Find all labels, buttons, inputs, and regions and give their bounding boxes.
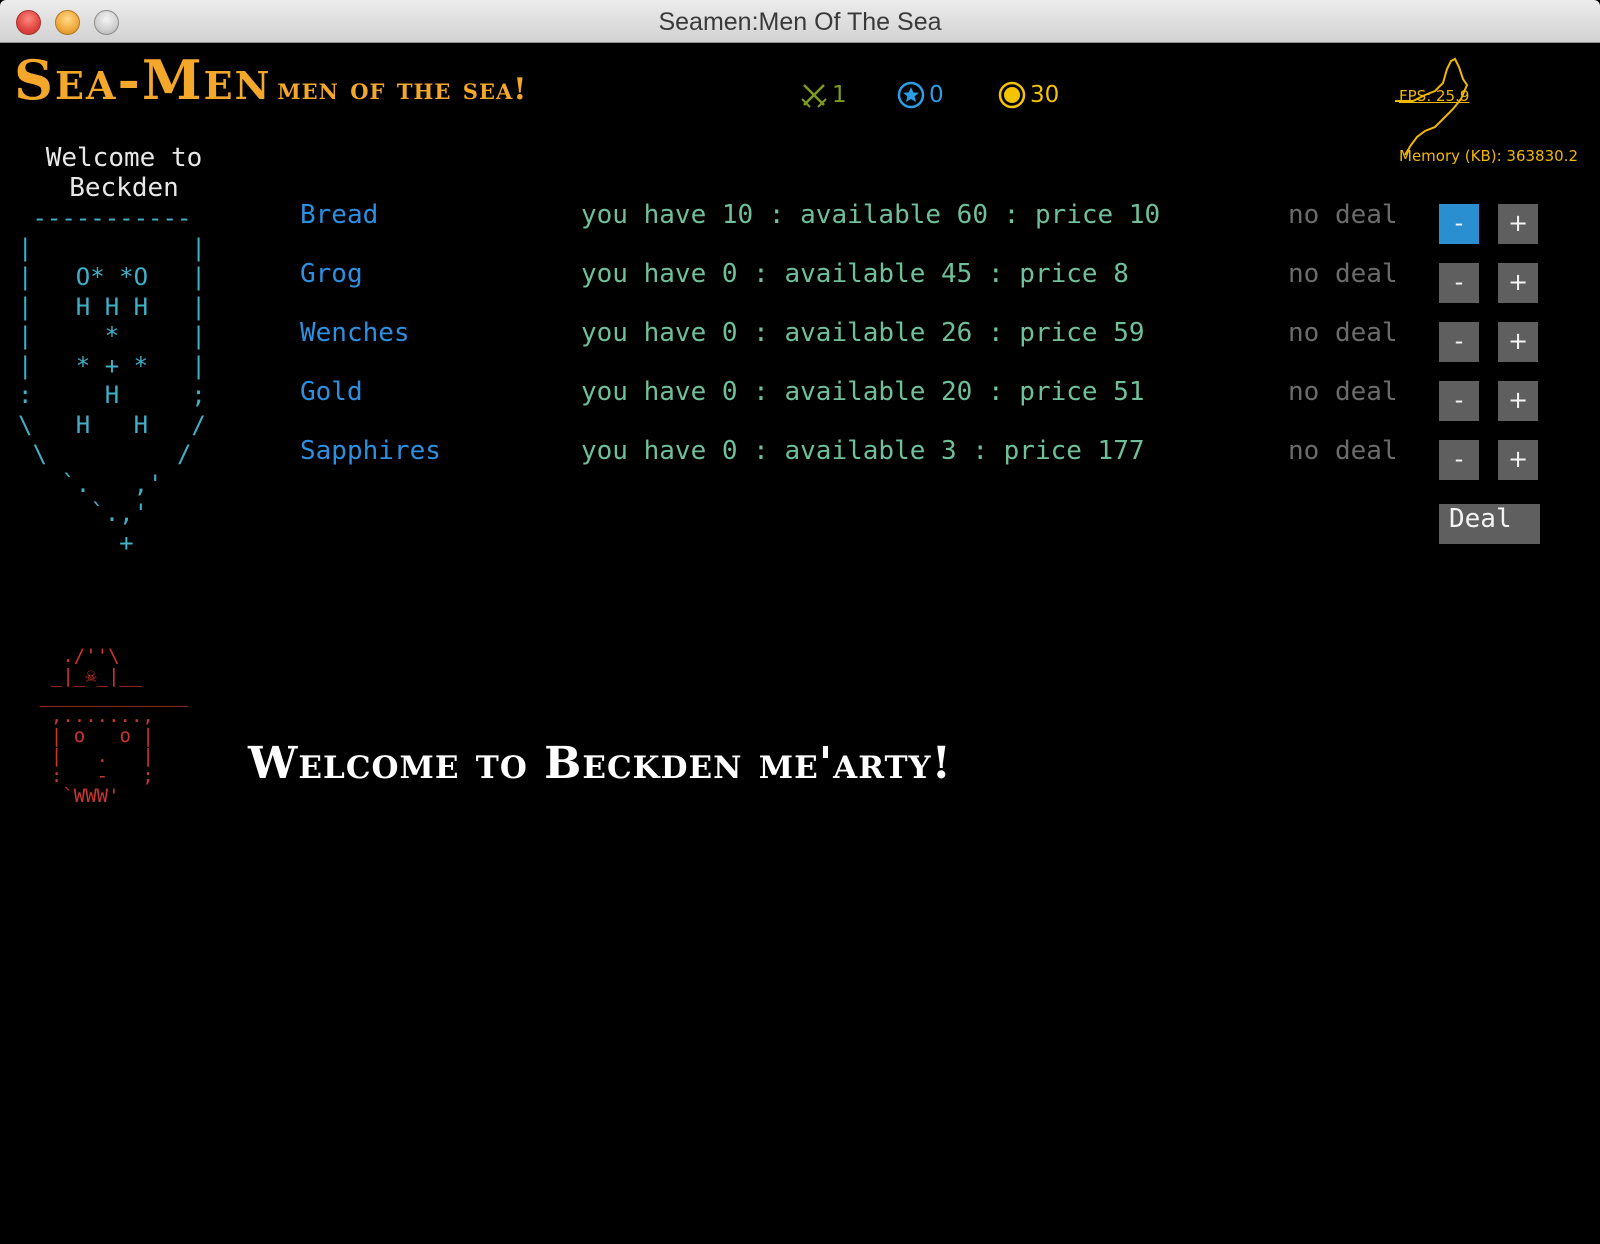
deal-status: no deal: [1288, 436, 1398, 466]
deal-status: no deal: [1288, 259, 1398, 289]
gold-count: 30: [1030, 82, 1060, 108]
memory-readout: Memory (KB): 363830.2: [1399, 147, 1578, 165]
port-welcome-line1: Welcome to: [45, 143, 203, 173]
game-logo: Sea-Men men of the sea!: [14, 48, 527, 112]
welcome-message: Welcome to Beckden me'arty!: [248, 738, 952, 789]
star-circle-icon: [897, 81, 925, 109]
logo-subtitle: men of the sea!: [277, 72, 528, 107]
decrease-grog-button[interactable]: -: [1439, 263, 1479, 303]
port-welcome-sign: Welcome to Beckden: [20, 143, 228, 203]
crew-count: 1: [832, 82, 847, 108]
crossed-swords-icon: [801, 84, 827, 108]
trade-row-sapphires: Sapphires you have 0 : available 3 : pri…: [300, 436, 1540, 480]
deal-status: no deal: [1288, 200, 1398, 230]
gold-coin-icon: [998, 81, 1026, 109]
good-info: you have 0 : available 20 : price 51: [581, 377, 1145, 407]
trade-row-gold: Gold you have 0 : available 20 : price 5…: [300, 377, 1540, 421]
good-name: Bread: [300, 200, 379, 230]
good-info: you have 0 : available 26 : price 59: [581, 318, 1145, 348]
trade-row-bread: Bread you have 10 : available 60 : price…: [300, 200, 1540, 244]
decrease-bread-button[interactable]: -: [1439, 204, 1479, 244]
window-title: Seamen:Men Of The Sea: [658, 8, 942, 36]
increase-gold-button[interactable]: +: [1498, 381, 1538, 421]
increase-sapphires-button[interactable]: +: [1498, 440, 1538, 480]
deal-status: no deal: [1288, 377, 1398, 407]
title-bar[interactable]: Seamen:Men Of The Sea: [0, 0, 1600, 43]
good-name: Gold: [300, 377, 363, 407]
crew-stat: 1: [800, 79, 847, 111]
game-window: Seamen:Men Of The Sea Sea-Men men of the …: [0, 0, 1600, 1244]
reputation-stat: 0: [897, 79, 944, 111]
good-name: Sapphires: [300, 436, 441, 466]
trade-row-grog: Grog you have 0 : available 45 : price 8…: [300, 259, 1540, 303]
pirate-portrait-art: ./''\ _|_☠_|__ _____________ ,......., |…: [39, 645, 189, 807]
port-name: Beckden: [69, 173, 179, 203]
increase-grog-button[interactable]: +: [1498, 263, 1538, 303]
good-info: you have 10 : available 60 : price 10: [581, 200, 1161, 230]
deal-button[interactable]: Deal: [1439, 504, 1540, 544]
fps-readout: FPS: 25.9: [1399, 87, 1470, 105]
trade-row-wenches: Wenches you have 0 : available 26 : pric…: [300, 318, 1540, 362]
performance-monitor: FPS: 25.9 Memory (KB): 363830.2: [1395, 55, 1595, 170]
good-info: you have 0 : available 3 : price 177: [581, 436, 1145, 466]
logo-main-text: Sea-Men: [14, 48, 272, 112]
good-name: Wenches: [300, 318, 410, 348]
increase-bread-button[interactable]: +: [1498, 204, 1538, 244]
good-name: Grog: [300, 259, 363, 289]
decrease-gold-button[interactable]: -: [1439, 381, 1479, 421]
increase-wenches-button[interactable]: +: [1498, 322, 1538, 362]
reputation-count: 0: [929, 82, 944, 108]
gold-stat: 30: [998, 79, 1059, 111]
decrease-wenches-button[interactable]: -: [1439, 322, 1479, 362]
good-info: you have 0 : available 45 : price 8: [581, 259, 1129, 289]
decrease-sapphires-button[interactable]: -: [1439, 440, 1479, 480]
port-shield-art: ----------- | | | O* *O | | H H H | | * …: [18, 204, 206, 557]
deal-status: no deal: [1288, 318, 1398, 348]
